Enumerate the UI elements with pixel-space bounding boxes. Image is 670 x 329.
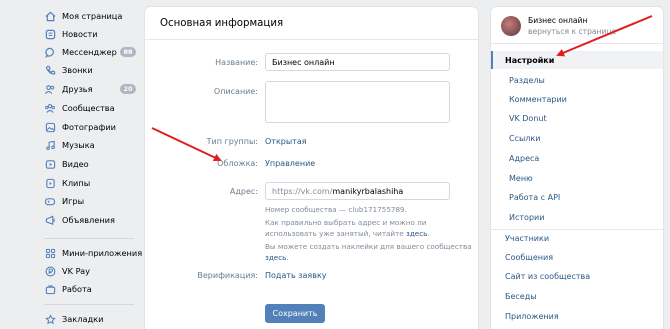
menu-item-api[interactable]: Работа с API [491,188,663,206]
nav-item-mini-apps[interactable]: Мини-приложения [0,244,143,262]
friends-badge: 20 [120,84,136,94]
nav-item-work[interactable]: Работа [0,280,140,298]
nav-item-messenger[interactable]: Мессенджер 88 [0,43,140,61]
nav-label: Фотографии [62,122,116,132]
address-input-value: manikyrbalashiha [332,186,404,196]
message-icon [44,46,56,58]
group-type-label: Тип группы: [206,137,258,146]
menu-item-site[interactable]: Сайт из сообщества [491,267,663,285]
nav-item-music[interactable]: Музыка [0,136,140,154]
nav-item-games[interactable]: Игры [0,192,140,210]
avatar[interactable] [501,16,521,36]
nav-item-calls[interactable]: Звонки [0,61,140,79]
back-to-page-link[interactable]: вернуться к странице [528,27,616,36]
menu-item-addresses[interactable]: Адреса [491,149,663,167]
description-textarea[interactable] [265,81,450,123]
verification-label: Верификация: [197,271,258,280]
community-name[interactable]: Бизнес онлайн [528,16,587,25]
stickers-hint-link[interactable]: здесь [265,253,286,262]
nav-label: Работа [62,284,92,294]
nav-label: Закладки [62,314,104,324]
nav-label: Моя страница [62,11,123,21]
nav-label: VK Pay [62,266,91,276]
nav-label: Клипы [62,178,91,188]
music-icon [44,139,56,151]
page-title: Основная информация [160,18,284,29]
name-input-value: Бизнес онлайн [272,57,335,67]
address-hint-link[interactable]: здесь [406,229,427,238]
apps-icon [44,247,56,259]
video-icon [44,158,56,170]
menu-item-menu[interactable]: Меню [491,169,663,187]
nav-item-vkpay[interactable]: VK Pay [0,262,140,280]
address-hint: Как правильно выбрать адрес и можно ли и… [265,218,430,238]
menu-item-messages[interactable]: Сообщения [491,248,663,266]
nav-item-ads[interactable]: Объявления [0,211,140,229]
nav-item-clips[interactable]: Клипы [0,174,140,192]
nav-label: Видео [62,159,89,169]
friends-icon [44,83,56,95]
clips-icon [44,177,56,189]
stickers-hint-text: Вы можете создать наклейки для вашего со… [265,242,472,251]
stickers-hint: Вы можете создать наклейки для вашего со… [265,242,472,262]
bookmark-icon [44,313,56,325]
nav-item-video[interactable]: Видео [0,155,140,173]
nav-item-my-page[interactable]: Моя страница [0,7,140,25]
verification-apply-link[interactable]: Подать заявку [265,271,327,280]
games-icon [44,195,56,207]
nav-label: Новости [62,29,98,39]
menu-item-apps[interactable]: Приложения [491,307,663,325]
name-label: Название: [215,58,258,67]
menu-item-links[interactable]: Ссылки [491,129,663,147]
menu-item-comments[interactable]: Комментарии [491,90,663,108]
group-type-link[interactable]: Открытая [265,137,307,146]
nav-divider [44,238,134,239]
cover-label: Обложка: [217,159,258,168]
community-settings-menu: Бизнес онлайн вернуться к странице Настр… [491,7,663,329]
cover-manage-link[interactable]: Управление [265,159,315,168]
nav-item-communities[interactable]: Сообщества [0,99,140,117]
address-label: Адрес: [229,187,258,196]
nav-item-friends[interactable]: Друзья 20 [0,80,140,98]
messenger-badge: 88 [120,47,136,57]
menu-item-settings[interactable]: Настройки [491,51,663,69]
address-prefix: https://vk.com/ [272,186,333,196]
nav-label: Друзья [62,84,93,94]
nav-item-photos[interactable]: Фотографии [0,118,140,136]
nav-label: Сообщества [62,103,115,113]
communities-icon [44,102,56,114]
nav-label: Мини-приложения [62,248,143,258]
nav-label: Звонки [62,65,93,75]
nav-label: Музыка [62,140,95,150]
news-icon [44,28,56,40]
nav-label: Мессенджер [62,47,117,57]
nav-item-news[interactable]: Новости [0,25,140,43]
basic-info-card: Основная информация Название: Бизнес онл… [145,7,478,329]
ads-icon [44,214,56,226]
menu-item-stories[interactable]: Истории [491,208,663,226]
nav-label: Игры [62,196,85,206]
menu-item-vk-donut[interactable]: VK Donut [491,109,663,127]
menu-item-chats[interactable]: Беседы [491,287,663,305]
name-input[interactable]: Бизнес онлайн [265,53,450,71]
description-label: Описание: [213,87,258,96]
nav-divider [44,304,134,305]
nav-label: Объявления [62,215,115,225]
menu-divider [491,43,663,44]
save-button[interactable]: Сохранить [265,304,325,323]
left-navigation: Моя страница Новости Мессенджер 88 Звонк… [0,0,143,329]
card-divider [145,39,478,40]
menu-item-sections[interactable]: Разделы [491,71,663,89]
home-icon [44,10,56,22]
community-number-hint: Номер сообщества — club171755789. [265,205,407,214]
nav-item-bookmarks[interactable]: Закладки [0,310,140,328]
work-icon [44,283,56,295]
phone-icon [44,64,56,76]
address-input[interactable]: https://vk.com/ manikyrbalashiha [265,182,450,200]
photo-icon [44,121,56,133]
address-hint-text: Как правильно выбрать адрес и можно ли и… [265,218,427,238]
vkpay-icon [44,265,56,277]
menu-item-members[interactable]: Участники [491,229,663,247]
